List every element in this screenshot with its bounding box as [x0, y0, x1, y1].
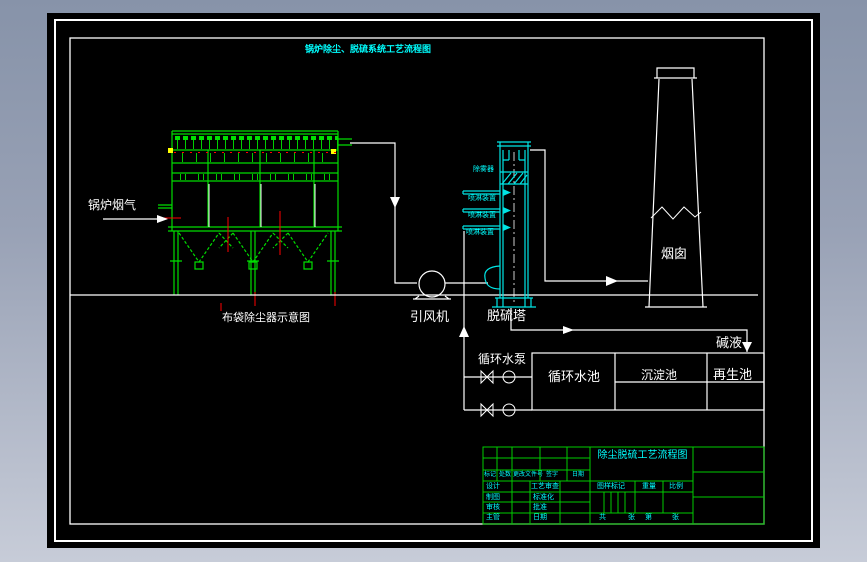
cad-viewport: 锅炉除尘、脱硫系统工艺流程图 锅炉烟气 布袋除尘器示意图 引风机 脱硫塔 烟囱 …: [0, 0, 867, 562]
label-alkali: 碱液: [716, 336, 743, 351]
tb-rev-sign: 签字: [546, 471, 559, 478]
main-title: 锅炉除尘、脱硫系统工艺流程图: [304, 45, 431, 55]
tower-to-chimney-duct: [530, 149, 648, 282]
label-spray-1: 喷淋装置: [468, 194, 496, 202]
flow-arrows: [157, 197, 752, 352]
tb-scale: 比例: [669, 482, 683, 490]
tb-rev-count: 处数: [499, 471, 512, 478]
sheet-frames: [54, 19, 813, 542]
pulse-valve-stems: [174, 140, 338, 149]
tb-weight: 重量: [642, 482, 656, 490]
label-fan: 引风机: [410, 310, 450, 325]
tower-base: [492, 297, 536, 308]
hopper-discharge-boxes: [194, 261, 313, 270]
chimney-break-symbol: [650, 206, 702, 220]
tb-check: 审核: [486, 503, 500, 511]
tb-sheet-total: 共: [599, 513, 606, 521]
label-tower: 脱硫塔: [487, 309, 527, 324]
label-spray-2: 喷淋装置: [468, 211, 496, 219]
baghouse-to-fan-duct: [350, 142, 417, 284]
tb-sheet-zhang2: 张: [672, 513, 679, 521]
tb-process-review: 工艺审查: [531, 482, 559, 490]
label-pump: 循环水泵: [478, 352, 527, 366]
fan-casing: [418, 270, 446, 298]
tb-stamp-mark: 图样标记: [597, 482, 625, 490]
tower-inlet-scroll: [484, 265, 501, 290]
tb-draft: 制图: [486, 493, 500, 501]
bag-clamp-row: [176, 174, 336, 180]
pump-valve-symbols: [480, 369, 516, 418]
arrow-down-duct: [390, 197, 400, 208]
label-pool-sedimentation: 沉淀池: [641, 368, 678, 382]
label-pool-regeneration: 再生池: [713, 368, 753, 383]
bag-hanger-row: [176, 153, 336, 162]
tb-date: 日期: [533, 513, 547, 521]
drawing-linework: [54, 19, 813, 542]
titleblock-drawing-name: 除尘脱硫工艺流程图: [597, 450, 688, 461]
spray-arrows: [503, 189, 511, 231]
tb-sheet-no: 第: [645, 513, 652, 521]
tower-drain-line: [510, 308, 748, 352]
baghouse-inlet-stub: [158, 204, 172, 209]
baghouse-hoppers: [178, 232, 329, 264]
arrow-to-chimney: [606, 276, 618, 286]
chimney-rim: [654, 67, 697, 79]
baghouse-braces: [218, 232, 289, 249]
label-demister: 除雾器: [473, 165, 494, 173]
tb-supervisor: 主管: [486, 513, 500, 521]
label-baghouse-caption: 布袋除尘器示意图: [222, 311, 310, 324]
arrow-riser-up: [459, 326, 469, 337]
outer-frame: [54, 19, 813, 542]
tb-sheet-zhang1: 张: [628, 513, 635, 521]
tb-approve: 批准: [533, 503, 547, 511]
chimney-walls: [645, 78, 707, 308]
pump-branch-lines: [464, 376, 532, 411]
baghouse-bag-lines: [208, 184, 316, 227]
tb-design: 设计: [486, 482, 500, 490]
tb-rev-file: 更改文件号: [513, 471, 544, 478]
arrow-alkali-down: [742, 342, 752, 352]
label-spray-3: 喷淋装置: [466, 228, 494, 236]
baghouse-outlet-stub: [338, 138, 352, 146]
tb-standardization: 标准化: [533, 493, 554, 501]
chimney-structure: [645, 67, 707, 308]
arrow-drain-right: [563, 326, 574, 334]
label-pool-circulating: 循环水池: [548, 370, 601, 385]
label-chimney: 烟囱: [661, 247, 688, 262]
baghouse-legs: [173, 231, 336, 295]
tb-rev-date: 日期: [572, 471, 585, 478]
label-boiler-flue-gas: 锅炉烟气: [88, 198, 137, 212]
tb-rev-mark: 标记: [484, 471, 497, 478]
arrow-into-baghouse: [157, 215, 168, 223]
